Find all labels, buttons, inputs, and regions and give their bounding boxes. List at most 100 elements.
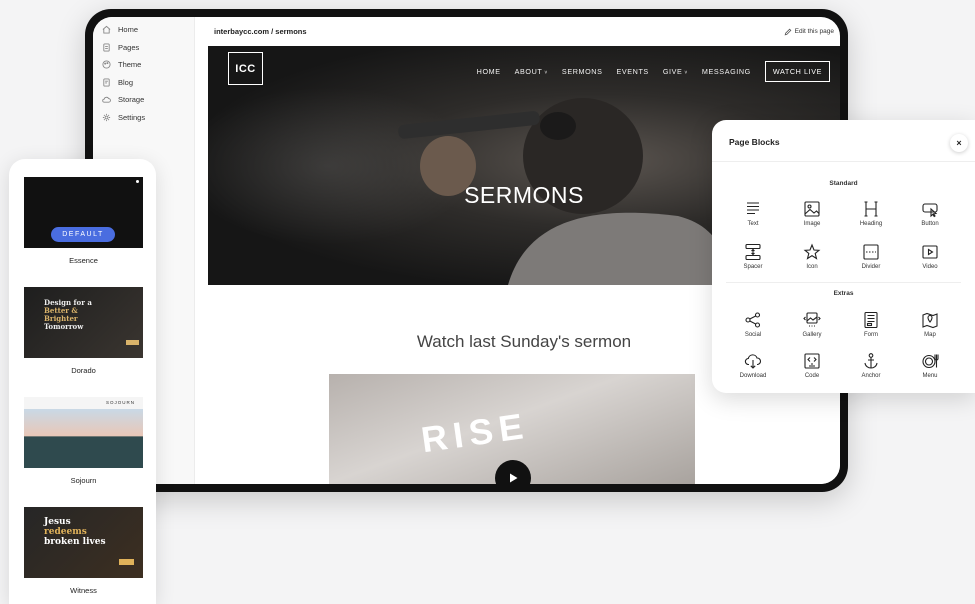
form-icon xyxy=(864,311,878,329)
theme-thumbnail: DEFAULT xyxy=(24,177,143,248)
nav-give[interactable]: GIVE ˅ xyxy=(663,67,688,76)
block-label: Gallery xyxy=(802,332,822,338)
blog-icon xyxy=(103,78,110,87)
block-spacer[interactable]: Spacer xyxy=(728,243,778,270)
theme-name: Sojourn xyxy=(70,476,97,485)
divider-icon xyxy=(863,244,879,260)
chevron-down-icon: ˅ xyxy=(682,70,688,76)
close-button[interactable]: × xyxy=(950,134,968,152)
text-icon xyxy=(747,202,759,215)
sidebar-item-storage[interactable]: Storage xyxy=(93,91,194,109)
code-icon xyxy=(804,353,820,369)
block-label: Text xyxy=(747,221,759,227)
pencil-icon xyxy=(784,28,791,35)
heading-icon xyxy=(864,201,878,217)
page-url: interbaycc.com / sermons xyxy=(214,27,307,36)
image-icon xyxy=(804,201,820,217)
block-download[interactable]: Download xyxy=(728,352,778,379)
theme-name: Witness xyxy=(70,586,97,595)
block-map[interactable]: Map xyxy=(905,311,955,338)
block-label: Code xyxy=(804,373,820,379)
video-overlay-text: RISE xyxy=(418,404,532,461)
block-social[interactable]: Social xyxy=(728,311,778,338)
block-menu[interactable]: Menu xyxy=(905,352,955,379)
theme-thumbnail: Design for a Better & Brighter Tomorrow xyxy=(24,287,143,358)
spacer-icon xyxy=(745,243,761,261)
block-anchor[interactable]: Anchor xyxy=(846,352,896,379)
palette-icon xyxy=(102,60,111,69)
dot-icon xyxy=(136,180,139,183)
home-icon xyxy=(102,26,111,34)
default-badge: DEFAULT xyxy=(51,227,115,242)
block-label: Anchor xyxy=(861,373,881,379)
sermon-video[interactable]: RISE xyxy=(329,374,695,484)
map-icon xyxy=(922,312,938,329)
download-icon xyxy=(744,354,762,369)
nav-about[interactable]: ABOUT ˅ xyxy=(515,67,548,76)
theme-name: Dorado xyxy=(71,366,96,375)
block-code[interactable]: Code xyxy=(787,352,837,379)
sidebar-item-label: Storage xyxy=(118,95,145,105)
url-bar: interbaycc.com / sermons Edit this page xyxy=(195,17,840,46)
share-icon xyxy=(745,312,761,328)
sidebar-item-label: Settings xyxy=(118,112,146,122)
nav-messaging[interactable]: MESSAGING xyxy=(702,67,751,76)
sidebar-item-label: Pages xyxy=(118,42,140,52)
block-label: Icon xyxy=(806,264,818,270)
chevron-down-icon: ˅ xyxy=(542,70,548,76)
block-label: Heading xyxy=(859,221,883,227)
block-form[interactable]: Form xyxy=(846,311,896,338)
preview-line: broken lives xyxy=(44,537,106,547)
cloud-icon xyxy=(102,97,111,103)
site-logo[interactable]: ICC xyxy=(228,52,263,85)
theme-thumbnail: Jesus redeems broken lives xyxy=(24,507,143,578)
sidebar-item-label: Theme xyxy=(118,60,142,70)
cursor-button-icon xyxy=(922,203,938,218)
sidebar-item-blog[interactable]: Blog xyxy=(93,74,194,92)
nav-home[interactable]: HOME xyxy=(477,67,501,76)
page-blocks-panel: Page Blocks × Standard Text Image Headin… xyxy=(712,120,975,393)
play-button[interactable] xyxy=(495,460,531,484)
block-icon[interactable]: Icon xyxy=(787,243,837,270)
edit-page-button[interactable]: Edit this page xyxy=(784,28,834,36)
block-gallery[interactable]: Gallery xyxy=(787,311,837,338)
block-text[interactable]: Text xyxy=(728,200,778,227)
gallery-icon xyxy=(803,312,821,327)
sidebar-item-pages[interactable]: Pages xyxy=(93,39,194,57)
close-icon: × xyxy=(956,138,962,148)
video-icon xyxy=(922,245,938,259)
preview-button xyxy=(119,559,134,565)
block-image[interactable]: Image xyxy=(787,200,837,227)
sidebar-item-settings[interactable]: Settings xyxy=(93,109,194,127)
block-video[interactable]: Video xyxy=(905,243,955,270)
sidebar-item-label: Home xyxy=(118,25,139,35)
block-label: Divider xyxy=(861,264,881,270)
block-heading[interactable]: Heading xyxy=(846,200,896,227)
block-divider[interactable]: Divider xyxy=(846,243,896,270)
watch-live-button[interactable]: WATCH LIVE xyxy=(764,61,830,82)
star-icon xyxy=(803,243,821,260)
block-label: Image xyxy=(803,221,821,227)
block-label: Map xyxy=(924,332,936,338)
block-button[interactable]: Button xyxy=(905,200,955,227)
sidebar-item-theme[interactable]: Theme xyxy=(93,56,194,74)
sidebar-item-home[interactable]: Home xyxy=(93,21,194,39)
nav-sermons[interactable]: SERMONS xyxy=(562,67,603,76)
theme-witness[interactable]: Jesus redeems broken lives Witness xyxy=(24,507,143,595)
theme-picker: DEFAULT Essence Design for a Better & Br… xyxy=(9,159,156,604)
preview-line: Tomorrow xyxy=(44,322,84,331)
theme-essence[interactable]: DEFAULT Essence xyxy=(24,177,143,265)
theme-preview-text: Design for a Better & Brighter Tomorrow xyxy=(44,299,92,331)
theme-preview-text: Jesus redeems broken lives xyxy=(44,517,106,547)
block-label: Download xyxy=(739,373,767,379)
theme-thumbnail: SOJOURN xyxy=(24,397,143,468)
theme-dorado[interactable]: Design for a Better & Brighter Tomorrow … xyxy=(24,287,143,375)
plate-utensils-icon xyxy=(922,354,939,369)
pages-icon xyxy=(103,43,110,52)
block-label: Social xyxy=(744,332,762,338)
theme-sojourn[interactable]: SOJOURN Sojourn xyxy=(24,397,143,485)
preview-line: redeems xyxy=(44,527,87,537)
nav-events[interactable]: EVENTS xyxy=(616,67,648,76)
block-label: Form xyxy=(864,332,878,338)
preview-button xyxy=(126,340,139,345)
